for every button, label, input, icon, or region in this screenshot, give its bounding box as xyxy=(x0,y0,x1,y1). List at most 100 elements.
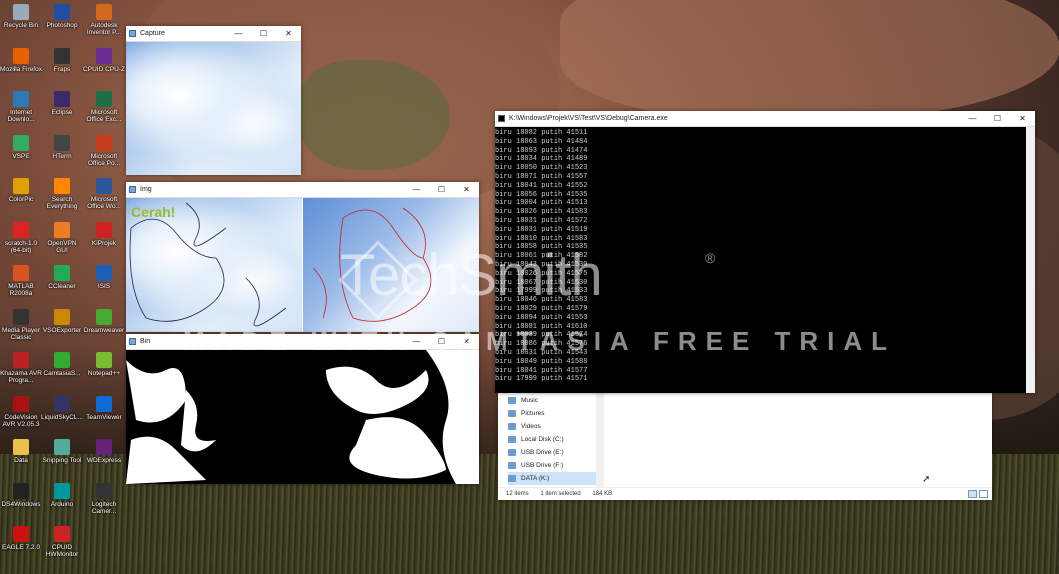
nav-item[interactable]: Videos xyxy=(508,420,596,433)
capture-titlebar[interactable]: Capture — ☐ ✕ xyxy=(126,26,301,42)
console-scrollbar[interactable] xyxy=(1026,127,1035,393)
capture-window[interactable]: Capture — ☐ ✕ xyxy=(126,26,301,175)
desktop-icon[interactable]: ColorPic xyxy=(0,178,42,203)
desktop-icon[interactable]: Khazama AVR Progra... xyxy=(0,352,42,384)
drive-icon xyxy=(508,423,516,430)
desktop-icon[interactable]: VSPE xyxy=(0,134,42,160)
desktop-icon-label: Snipping Tool xyxy=(42,457,82,464)
nav-item[interactable]: Pictures xyxy=(508,407,596,420)
desktop-icon[interactable]: Internet Downlo... xyxy=(0,91,42,123)
desktop-icon-label: Photoshop xyxy=(46,22,78,29)
nav-item[interactable]: DATA (K:) xyxy=(508,472,596,485)
desktop-icon[interactable]: VSOExporter xyxy=(41,308,83,334)
desktop-icon[interactable]: Photoshop xyxy=(41,4,83,29)
nav-scrollbar[interactable] xyxy=(596,392,604,488)
desktop-icon[interactable]: Data xyxy=(0,439,42,464)
file-explorer-window[interactable]: Music Pictures Videos Local Disk (C:) USB Dr… xyxy=(498,392,992,500)
binary-image xyxy=(126,350,479,484)
desktop-icon[interactable]: HTerm xyxy=(41,134,83,160)
desktop-icon[interactable]: Eclipse xyxy=(41,91,83,116)
desktop-icon[interactable]: CamtasiaS... xyxy=(41,352,83,377)
large-icons-view-button[interactable] xyxy=(979,490,988,498)
desktop-icon[interactable]: Dreamweaver xyxy=(83,308,125,334)
nav-item[interactable]: USB Drive (E:) xyxy=(508,446,596,459)
nav-item-label: DATA (K:) xyxy=(521,475,550,482)
desktop-icon-label: Mozilla Firefox xyxy=(0,65,42,73)
desktop-icon[interactable]: Notepad++ xyxy=(83,352,125,377)
console-titlebar[interactable]: K:\Windows\Projek\VS\Test\VS\Debug\Camer… xyxy=(495,111,1035,127)
desktop-icon-label: ISIS xyxy=(97,283,111,290)
nav-item[interactable]: Music xyxy=(508,394,596,407)
desktop-icon[interactable]: Arduino xyxy=(41,482,83,508)
desktop-icon[interactable]: TeamViewer xyxy=(83,395,125,421)
desktop-icon[interactable]: CodeVision AVR V2.05.3 xyxy=(0,395,42,428)
details-view-button[interactable] xyxy=(968,490,977,498)
desktop-icon[interactable]: CPUID HWMonitor xyxy=(41,526,83,558)
desktop-icon[interactable]: Fraps xyxy=(41,47,83,73)
app-icon xyxy=(96,439,112,455)
desktop-icon[interactable]: Media Player Classic xyxy=(0,308,42,341)
minimize-button[interactable]: — xyxy=(960,111,985,126)
minimize-button[interactable]: — xyxy=(226,26,251,41)
desktop-icon[interactable]: Mozilla Firefox xyxy=(0,47,42,73)
desktop-icon-label: WDExpress xyxy=(86,457,122,464)
close-button[interactable]: ✕ xyxy=(1010,111,1035,126)
app-icon xyxy=(13,439,29,455)
desktop-icon-label: Search Everything xyxy=(46,196,78,210)
desktop-icon[interactable]: LiquidSkyCL... xyxy=(41,395,83,421)
app-icon xyxy=(13,395,29,412)
desktop-icon-label: CPUID HWMonitor xyxy=(45,544,79,558)
nav-item[interactable]: USB Drive (F:) xyxy=(508,459,596,472)
console-line: biru 17999 putih 41571 xyxy=(495,375,588,384)
app-icon xyxy=(13,47,29,64)
app-icon xyxy=(13,221,29,238)
desktop-icon-label: KiProjek xyxy=(91,239,117,247)
desktop-icon-label: TeamViewer xyxy=(86,413,122,421)
close-button[interactable]: ✕ xyxy=(454,182,479,197)
desktop-icon[interactable]: Logitech Camer... xyxy=(83,482,125,515)
console-title: K:\Windows\Projek\VS\Test\VS\Debug\Camer… xyxy=(509,115,668,122)
window-app-icon xyxy=(129,338,136,345)
minimize-button[interactable]: — xyxy=(404,182,429,197)
maximize-button[interactable]: ☐ xyxy=(251,26,276,41)
img-titlebar[interactable]: Img — ☐ ✕ xyxy=(126,182,479,198)
nav-item[interactable]: Local Disk (C:) xyxy=(508,433,596,446)
app-icon xyxy=(13,482,29,499)
desktop-icon[interactable]: Snipping Tool xyxy=(41,439,83,464)
desktop-icon[interactable]: WDExpress xyxy=(83,439,125,464)
drive-icon xyxy=(508,410,516,417)
app-icon xyxy=(54,352,70,368)
watermark-banner: MADE WITH CAMTASIA FREE TRIAL xyxy=(183,326,897,356)
desktop-icon[interactable]: CPUID CPU-Z xyxy=(83,47,125,73)
app-icon xyxy=(13,178,29,194)
console-line: biru 18093 putih 41474 xyxy=(495,146,588,155)
desktop-icon-label: Media Player Classic xyxy=(2,326,40,341)
maximize-button[interactable]: ☐ xyxy=(429,182,454,197)
capture-title: Capture xyxy=(140,30,165,37)
desktop-icon[interactable]: KiProjek xyxy=(83,221,125,247)
close-button[interactable]: ✕ xyxy=(276,26,301,41)
desktop-icon[interactable]: Microsoft Office Po... xyxy=(83,134,125,167)
desktop-icon[interactable]: ISIS xyxy=(83,265,125,290)
desktop-icon[interactable]: CCleaner xyxy=(41,265,83,290)
desktop-icon[interactable]: MATLAB R2008a xyxy=(0,265,42,297)
desktop-icon[interactable]: EAGLE 7.2.0 xyxy=(0,526,42,551)
console-line: biru 18071 putih 41557 xyxy=(495,172,588,181)
drive-icon xyxy=(508,436,516,443)
desktop-icon[interactable]: Microsoft Office Exc... xyxy=(83,91,125,123)
console-line: biru 18041 putih 41552 xyxy=(495,181,588,190)
desktop-icon[interactable]: Search Everything xyxy=(41,178,83,210)
desktop-icon[interactable]: Autodesk Inventor P... xyxy=(83,4,125,36)
desktop-icon[interactable]: DS4Windows xyxy=(0,482,42,508)
desktop-icon[interactable]: Microsoft Office Wo... xyxy=(83,178,125,210)
desktop-icon[interactable]: scratch-1.0 (64-bit) xyxy=(0,221,42,254)
status-size: 184 KB xyxy=(592,491,613,497)
app-icon xyxy=(54,526,70,542)
app-icon xyxy=(54,91,70,107)
maximize-button[interactable]: ☐ xyxy=(985,111,1010,126)
desktop-icon-label: Notepad++ xyxy=(87,370,121,377)
desktop-icon[interactable]: Recycle Bin xyxy=(0,4,42,29)
app-icon xyxy=(54,221,70,238)
capture-image xyxy=(126,42,301,175)
desktop-icon[interactable]: OpenVPN GUI xyxy=(41,221,83,254)
